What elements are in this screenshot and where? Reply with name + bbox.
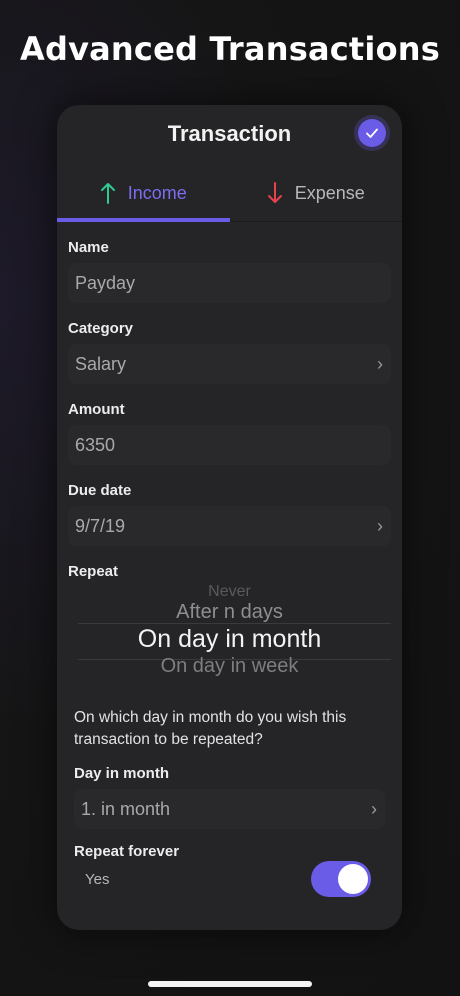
category-label: Category xyxy=(68,320,134,337)
chevron-right-icon: › xyxy=(377,353,383,374)
screen: Advanced Transactions Transaction Income xyxy=(0,0,460,996)
tab-income-label: Income xyxy=(127,182,187,203)
due-date-select[interactable]: 9/7/19 › xyxy=(68,506,391,546)
chevron-right-icon: › xyxy=(377,515,383,536)
repeat-description: On which day in month do you wish this t… xyxy=(74,709,347,748)
amount-label: Amount xyxy=(68,401,125,418)
card-title: Transaction xyxy=(167,121,292,146)
amount-input[interactable]: 6350 xyxy=(68,425,391,465)
day-in-month-select[interactable]: 1. in month › xyxy=(74,789,385,829)
toggle-knob xyxy=(338,864,368,894)
day-in-month-label: Day in month xyxy=(74,765,170,782)
promo-headline: Advanced Transactions xyxy=(20,30,440,68)
home-indicator xyxy=(148,981,312,987)
day-in-month-value: 1. in month xyxy=(81,798,171,819)
tab-expense-label: Expense xyxy=(294,182,365,203)
transaction-form: Name Payday Category Salary › Amount 635… xyxy=(57,222,402,897)
arrow-down-icon xyxy=(267,182,282,203)
arrow-up-icon xyxy=(100,183,115,204)
due-date-value: 9/7/19 xyxy=(75,515,126,536)
name-label: Name xyxy=(68,239,109,256)
category-value: Salary xyxy=(75,353,127,374)
type-tabs: Income Expense xyxy=(57,165,402,222)
checkmark-icon xyxy=(366,128,378,138)
repeat-settings: On which day in month do you wish this t… xyxy=(68,707,391,897)
category-select[interactable]: Salary › xyxy=(68,344,391,384)
name-input[interactable]: Payday xyxy=(68,263,391,303)
repeat-label: Repeat xyxy=(68,563,119,580)
picker-option[interactable]: On day in week xyxy=(68,655,391,678)
card-header: Transaction xyxy=(57,105,402,165)
transaction-card: Transaction Income Expense Name Payday C… xyxy=(57,105,402,930)
repeat-forever-row: Yes xyxy=(74,861,385,897)
due-date-label: Due date xyxy=(68,482,132,499)
chevron-right-icon: › xyxy=(371,798,377,819)
confirm-button[interactable] xyxy=(358,119,386,147)
repeat-forever-value: Yes xyxy=(85,870,110,888)
tab-income[interactable]: Income xyxy=(57,165,230,222)
amount-value: 6350 xyxy=(75,434,116,455)
repeat-picker[interactable]: Never After n days On day in month On da… xyxy=(68,585,391,685)
repeat-forever-toggle[interactable] xyxy=(311,861,371,897)
picker-option-selected[interactable]: On day in month xyxy=(68,625,391,654)
repeat-forever-label: Repeat forever xyxy=(74,843,180,860)
picker-option[interactable]: After n days xyxy=(68,601,391,624)
picker-option[interactable]: Never xyxy=(68,585,391,601)
tab-expense[interactable]: Expense xyxy=(230,165,403,221)
name-value: Payday xyxy=(75,272,136,293)
